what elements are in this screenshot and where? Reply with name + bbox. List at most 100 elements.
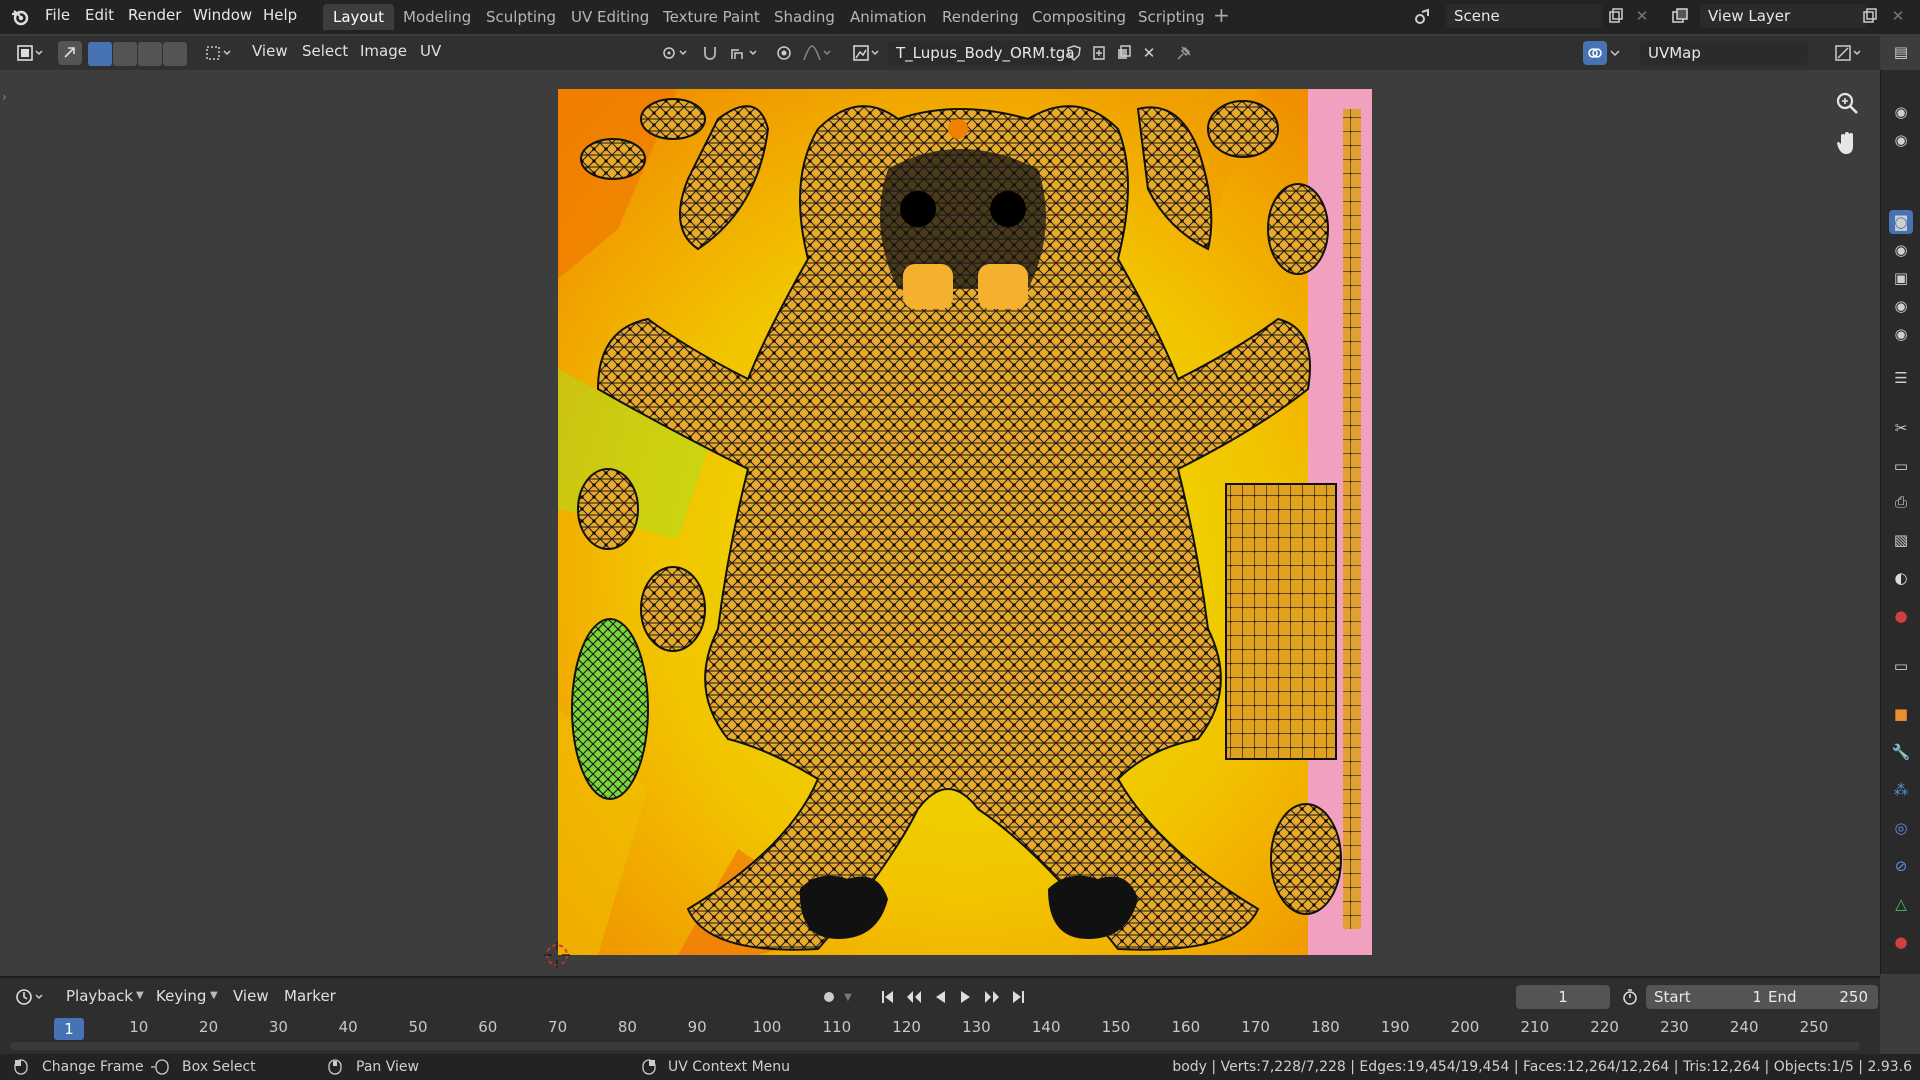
world-properties-icon[interactable]: ● bbox=[1889, 604, 1913, 628]
image-name-field[interactable]: T_Lupus_Body_ORM.tga bbox=[888, 41, 1075, 65]
tab-sculpting[interactable]: Sculpting bbox=[476, 4, 566, 30]
end-frame-field[interactable]: End 250 bbox=[1760, 985, 1878, 1009]
scene-name-field[interactable]: Scene bbox=[1446, 4, 1602, 28]
menu-window[interactable]: Window bbox=[193, 6, 252, 24]
toolbar-expand-arrow[interactable]: › bbox=[2, 90, 7, 104]
image-icon[interactable]: ▣ bbox=[1889, 266, 1913, 290]
edge-select-mode-button[interactable] bbox=[113, 42, 137, 66]
editor-type-icon[interactable] bbox=[12, 41, 48, 65]
open-image-icon[interactable] bbox=[1112, 41, 1136, 65]
tool-icon[interactable]: ✂ bbox=[1889, 416, 1913, 440]
tab-uv-editing[interactable]: UV Editing bbox=[561, 4, 659, 30]
current-frame-field[interactable]: 1 bbox=[1516, 985, 1610, 1009]
menu-edit[interactable]: Edit bbox=[85, 6, 114, 24]
scene-properties-icon[interactable]: ◐ bbox=[1889, 566, 1913, 590]
material-properties-icon[interactable]: ● bbox=[1889, 930, 1913, 954]
stopwatch-icon[interactable] bbox=[1618, 985, 1642, 1009]
tab-modeling[interactable]: Modeling bbox=[393, 4, 481, 30]
sticky-selection-icon[interactable] bbox=[200, 41, 236, 65]
menu-image[interactable]: Image bbox=[360, 42, 407, 60]
output-properties-icon[interactable]: ⎙ bbox=[1889, 490, 1913, 514]
pan-hand-icon[interactable] bbox=[1830, 126, 1864, 160]
blender-logo-icon[interactable] bbox=[8, 5, 32, 29]
menu-marker[interactable]: Marker bbox=[284, 987, 336, 1005]
constraint-properties-icon[interactable]: ⊘ bbox=[1889, 854, 1913, 878]
new-scene-icon[interactable] bbox=[1604, 4, 1628, 28]
view-layer-field[interactable]: View Layer bbox=[1700, 4, 1866, 28]
menu-render[interactable]: Render bbox=[128, 6, 181, 24]
jump-keyframe-prev-icon[interactable] bbox=[902, 985, 926, 1009]
data-properties-icon[interactable]: △ bbox=[1889, 892, 1913, 916]
camera-icon-3[interactable]: ◉ bbox=[1889, 238, 1913, 262]
island-select-mode-button[interactable] bbox=[163, 42, 187, 66]
image-browse-icon[interactable] bbox=[848, 41, 884, 65]
zoom-icon[interactable] bbox=[1830, 86, 1864, 120]
outliner-toggle-icon[interactable]: ▤ bbox=[1889, 40, 1913, 64]
playback-dropdown-icon[interactable]: ▼ bbox=[136, 990, 144, 1001]
current-frame-marker[interactable]: 1 bbox=[54, 1018, 84, 1040]
proportional-editing-icon[interactable] bbox=[772, 41, 796, 65]
remove-scene-icon[interactable]: ✕ bbox=[1630, 4, 1654, 28]
tab-animation[interactable]: Animation bbox=[840, 4, 936, 30]
menu-file[interactable]: File bbox=[45, 6, 70, 24]
menu-select[interactable]: Select bbox=[302, 42, 348, 60]
tab-shading[interactable]: Shading bbox=[764, 4, 845, 30]
vertex-select-mode-button[interactable] bbox=[88, 42, 112, 66]
properties-editor-icon[interactable]: ☰ bbox=[1889, 366, 1913, 390]
snap-target-icon[interactable] bbox=[724, 41, 764, 65]
render-properties-icon[interactable]: ▭ bbox=[1889, 454, 1913, 478]
tab-compositing[interactable]: Compositing bbox=[1022, 4, 1136, 30]
timeline-editor-type-icon[interactable] bbox=[12, 985, 48, 1009]
overlays-dropdown-icon[interactable] bbox=[1607, 41, 1623, 65]
snap-icon[interactable] bbox=[698, 41, 722, 65]
jump-keyframe-next-icon[interactable] bbox=[980, 985, 1004, 1009]
scene-browse-icon[interactable] bbox=[1410, 5, 1434, 29]
play-reverse-icon[interactable] bbox=[928, 985, 952, 1009]
object-properties-icon[interactable]: ■ bbox=[1889, 702, 1913, 726]
menu-help[interactable]: Help bbox=[263, 6, 297, 24]
menu-uv[interactable]: UV bbox=[420, 42, 441, 60]
tab-texture-paint[interactable]: Texture Paint bbox=[653, 4, 770, 30]
new-view-layer-icon[interactable] bbox=[1858, 4, 1882, 28]
uv-texture-image[interactable] bbox=[558, 89, 1372, 955]
tab-layout[interactable]: Layout bbox=[323, 4, 394, 30]
new-image-icon[interactable] bbox=[1087, 41, 1111, 65]
uvmap-field[interactable]: UVMap bbox=[1640, 41, 1808, 65]
physics-properties-icon[interactable]: ◎ bbox=[1889, 816, 1913, 840]
display-channels-icon[interactable] bbox=[1830, 41, 1866, 65]
particles-properties-icon[interactable]: ⁂ bbox=[1889, 778, 1913, 802]
sync-selection-icon[interactable] bbox=[58, 41, 82, 65]
falloff-icon[interactable] bbox=[798, 41, 836, 65]
camera-icon-2[interactable]: ◉ bbox=[1889, 128, 1913, 152]
jump-end-icon[interactable] bbox=[1006, 985, 1030, 1009]
face-select-mode-button[interactable] bbox=[138, 42, 162, 66]
tab-rendering[interactable]: Rendering bbox=[932, 4, 1029, 30]
view-layer-browse-icon[interactable] bbox=[1668, 4, 1692, 28]
render-camera-icon[interactable]: ◙ bbox=[1889, 210, 1913, 234]
remove-view-layer-icon[interactable]: ✕ bbox=[1886, 4, 1910, 28]
fake-user-shield-icon[interactable] bbox=[1062, 41, 1086, 65]
play-icon[interactable] bbox=[954, 985, 978, 1009]
camera-icon[interactable]: ◉ bbox=[1889, 100, 1913, 124]
menu-playback[interactable]: Playback bbox=[66, 987, 133, 1005]
timeline-scrollbar[interactable] bbox=[10, 1042, 1860, 1050]
menu-view[interactable]: View bbox=[252, 42, 288, 60]
auto-key-dropdown-icon[interactable]: ▼ bbox=[840, 985, 856, 1009]
unlink-image-icon[interactable]: ✕ bbox=[1137, 41, 1161, 65]
keying-dropdown-icon[interactable]: ▼ bbox=[210, 990, 218, 1001]
add-workspace-button[interactable]: + bbox=[1213, 3, 1230, 27]
pivot-point-icon[interactable] bbox=[656, 41, 692, 65]
menu-keying[interactable]: Keying bbox=[156, 987, 206, 1005]
jump-start-icon[interactable] bbox=[876, 985, 900, 1009]
tab-scripting[interactable]: Scripting bbox=[1128, 4, 1215, 30]
view-layer-properties-icon[interactable]: ▧ bbox=[1889, 528, 1913, 552]
camera-icon-5[interactable]: ◉ bbox=[1889, 322, 1913, 346]
pin-icon[interactable] bbox=[1172, 41, 1196, 65]
menu-timeline-view[interactable]: View bbox=[233, 987, 269, 1005]
modifier-properties-icon[interactable]: 🔧 bbox=[1889, 740, 1913, 764]
collection-properties-icon[interactable]: ▭ bbox=[1889, 654, 1913, 678]
overlays-icon[interactable] bbox=[1583, 41, 1607, 65]
camera-icon-4[interactable]: ◉ bbox=[1889, 294, 1913, 318]
start-frame-field[interactable]: Start 1 bbox=[1646, 985, 1772, 1009]
record-icon[interactable] bbox=[817, 985, 841, 1009]
